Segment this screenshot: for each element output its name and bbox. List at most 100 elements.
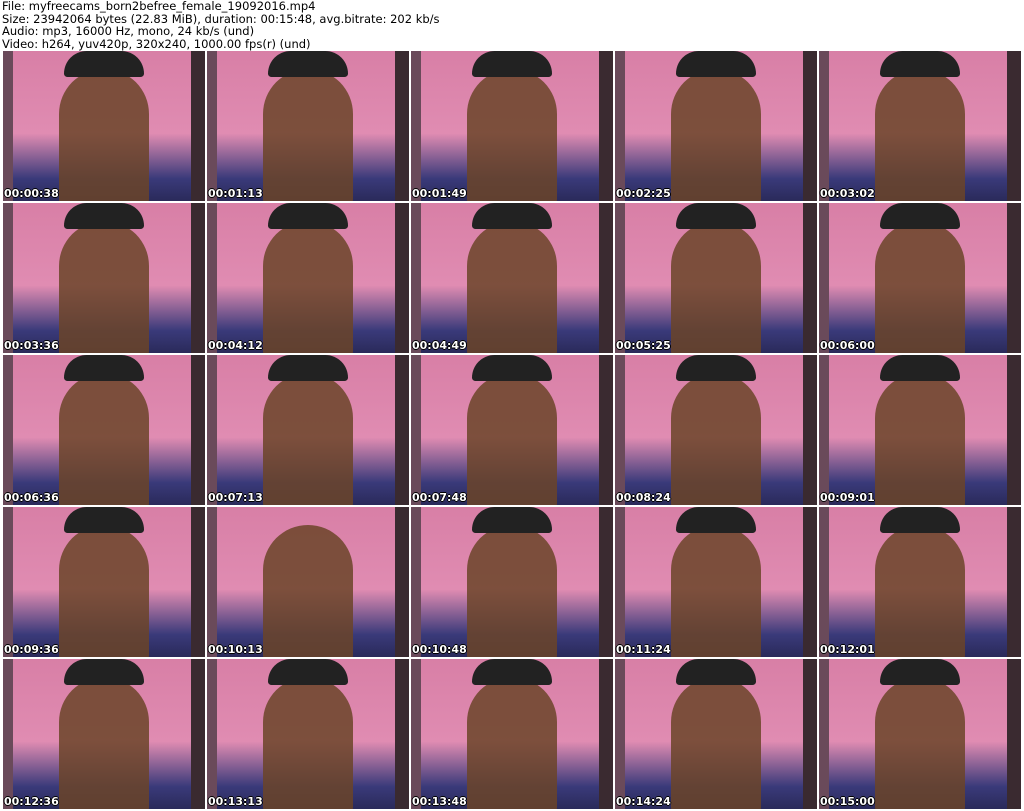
frame-image — [263, 525, 353, 657]
frame-image — [263, 221, 353, 353]
background — [1007, 659, 1021, 809]
background — [207, 659, 217, 809]
background — [599, 659, 613, 809]
video-thumbnail[interactable]: 00:06:36 — [3, 355, 205, 505]
background — [803, 659, 817, 809]
video-thumbnail[interactable]: 00:00:38 — [3, 51, 205, 201]
frame-image — [59, 677, 149, 809]
video-thumbnail[interactable]: 00:10:13 — [207, 507, 409, 657]
frame-image — [875, 69, 965, 201]
background — [1007, 51, 1021, 201]
frame-image — [263, 69, 353, 201]
video-thumbnail[interactable]: 00:04:49 — [411, 203, 613, 353]
video-thumbnail[interactable]: 00:02:25 — [615, 51, 817, 201]
background — [191, 51, 205, 201]
video-thumbnail[interactable]: 00:07:48 — [411, 355, 613, 505]
background — [615, 659, 625, 809]
video-thumbnail[interactable]: 00:01:13 — [207, 51, 409, 201]
frame-image — [880, 203, 960, 229]
background — [3, 507, 13, 657]
video-thumbnail[interactable]: 00:14:24 — [615, 659, 817, 809]
timestamp: 00:05:25 — [616, 339, 671, 352]
background — [207, 51, 217, 201]
frame-image — [263, 677, 353, 809]
frame-image — [64, 51, 144, 77]
background — [819, 51, 829, 201]
video-thumbnail[interactable]: 00:13:48 — [411, 659, 613, 809]
frame-image — [875, 525, 965, 657]
frame-image — [59, 525, 149, 657]
frame-image — [676, 51, 756, 77]
background — [395, 659, 409, 809]
frame-image — [263, 373, 353, 505]
background — [599, 203, 613, 353]
video-thumbnail[interactable]: 00:15:00 — [819, 659, 1021, 809]
timestamp: 00:03:02 — [820, 187, 875, 200]
video-thumbnail[interactable]: 00:08:24 — [615, 355, 817, 505]
background — [395, 507, 409, 657]
background — [191, 507, 205, 657]
background — [819, 203, 829, 353]
video-thumbnail[interactable]: 00:12:36 — [3, 659, 205, 809]
frame-image — [880, 51, 960, 77]
timestamp: 00:01:13 — [208, 187, 263, 200]
background — [803, 507, 817, 657]
video-thumbnail[interactable]: 00:03:02 — [819, 51, 1021, 201]
timestamp: 00:10:13 — [208, 643, 263, 656]
frame-image — [64, 507, 144, 533]
frame-image — [472, 659, 552, 685]
timestamp: 00:09:36 — [4, 643, 59, 656]
timestamp: 00:12:36 — [4, 795, 59, 808]
video-thumbnail[interactable]: 00:11:24 — [615, 507, 817, 657]
video-info: Video: h264, yuv420p, 320x240, 1000.00 f… — [2, 36, 311, 51]
frame-image — [671, 677, 761, 809]
background — [819, 659, 829, 809]
background — [411, 659, 421, 809]
timestamp: 00:03:36 — [4, 339, 59, 352]
thumbnail-grid: 00:00:38 00:01:13 00:01:49 00:02:25 00:03:02… — [3, 51, 1021, 809]
frame-image — [671, 525, 761, 657]
background — [1007, 203, 1021, 353]
video-thumbnail[interactable]: 00:05:25 — [615, 203, 817, 353]
file-info: File: myfreecams_born2befree_female_1909… — [2, 0, 440, 50]
background — [819, 355, 829, 505]
background — [615, 355, 625, 505]
frame-image — [880, 355, 960, 381]
background — [395, 203, 409, 353]
background — [207, 203, 217, 353]
video-thumbnail[interactable]: 00:09:01 — [819, 355, 1021, 505]
video-thumbnail[interactable]: 00:12:01 — [819, 507, 1021, 657]
video-thumbnail[interactable]: 00:04:12 — [207, 203, 409, 353]
background — [803, 203, 817, 353]
timestamp: 00:06:36 — [4, 491, 59, 504]
background — [207, 507, 217, 657]
frame-image — [467, 677, 557, 809]
background — [395, 355, 409, 505]
frame-image — [671, 373, 761, 505]
background — [819, 507, 829, 657]
background — [599, 507, 613, 657]
timestamp: 00:04:49 — [412, 339, 467, 352]
video-thumbnail[interactable]: 00:01:49 — [411, 51, 613, 201]
video-thumbnail[interactable]: 00:10:48 — [411, 507, 613, 657]
frame-image — [676, 355, 756, 381]
video-thumbnail[interactable]: 00:06:00 — [819, 203, 1021, 353]
frame-image — [268, 355, 348, 381]
video-thumbnail[interactable]: 00:13:13 — [207, 659, 409, 809]
background — [615, 203, 625, 353]
frame-image — [64, 355, 144, 381]
background — [191, 659, 205, 809]
frame-image — [467, 69, 557, 201]
timestamp: 00:07:13 — [208, 491, 263, 504]
background — [1007, 507, 1021, 657]
timestamp: 00:13:13 — [208, 795, 263, 808]
video-thumbnail[interactable]: 00:03:36 — [3, 203, 205, 353]
timestamp: 00:11:24 — [616, 643, 671, 656]
frame-image — [467, 525, 557, 657]
frame-image — [671, 69, 761, 201]
frame-image — [676, 203, 756, 229]
video-thumbnail[interactable]: 00:09:36 — [3, 507, 205, 657]
video-thumbnail[interactable]: 00:07:13 — [207, 355, 409, 505]
frame-image — [676, 659, 756, 685]
background — [191, 203, 205, 353]
